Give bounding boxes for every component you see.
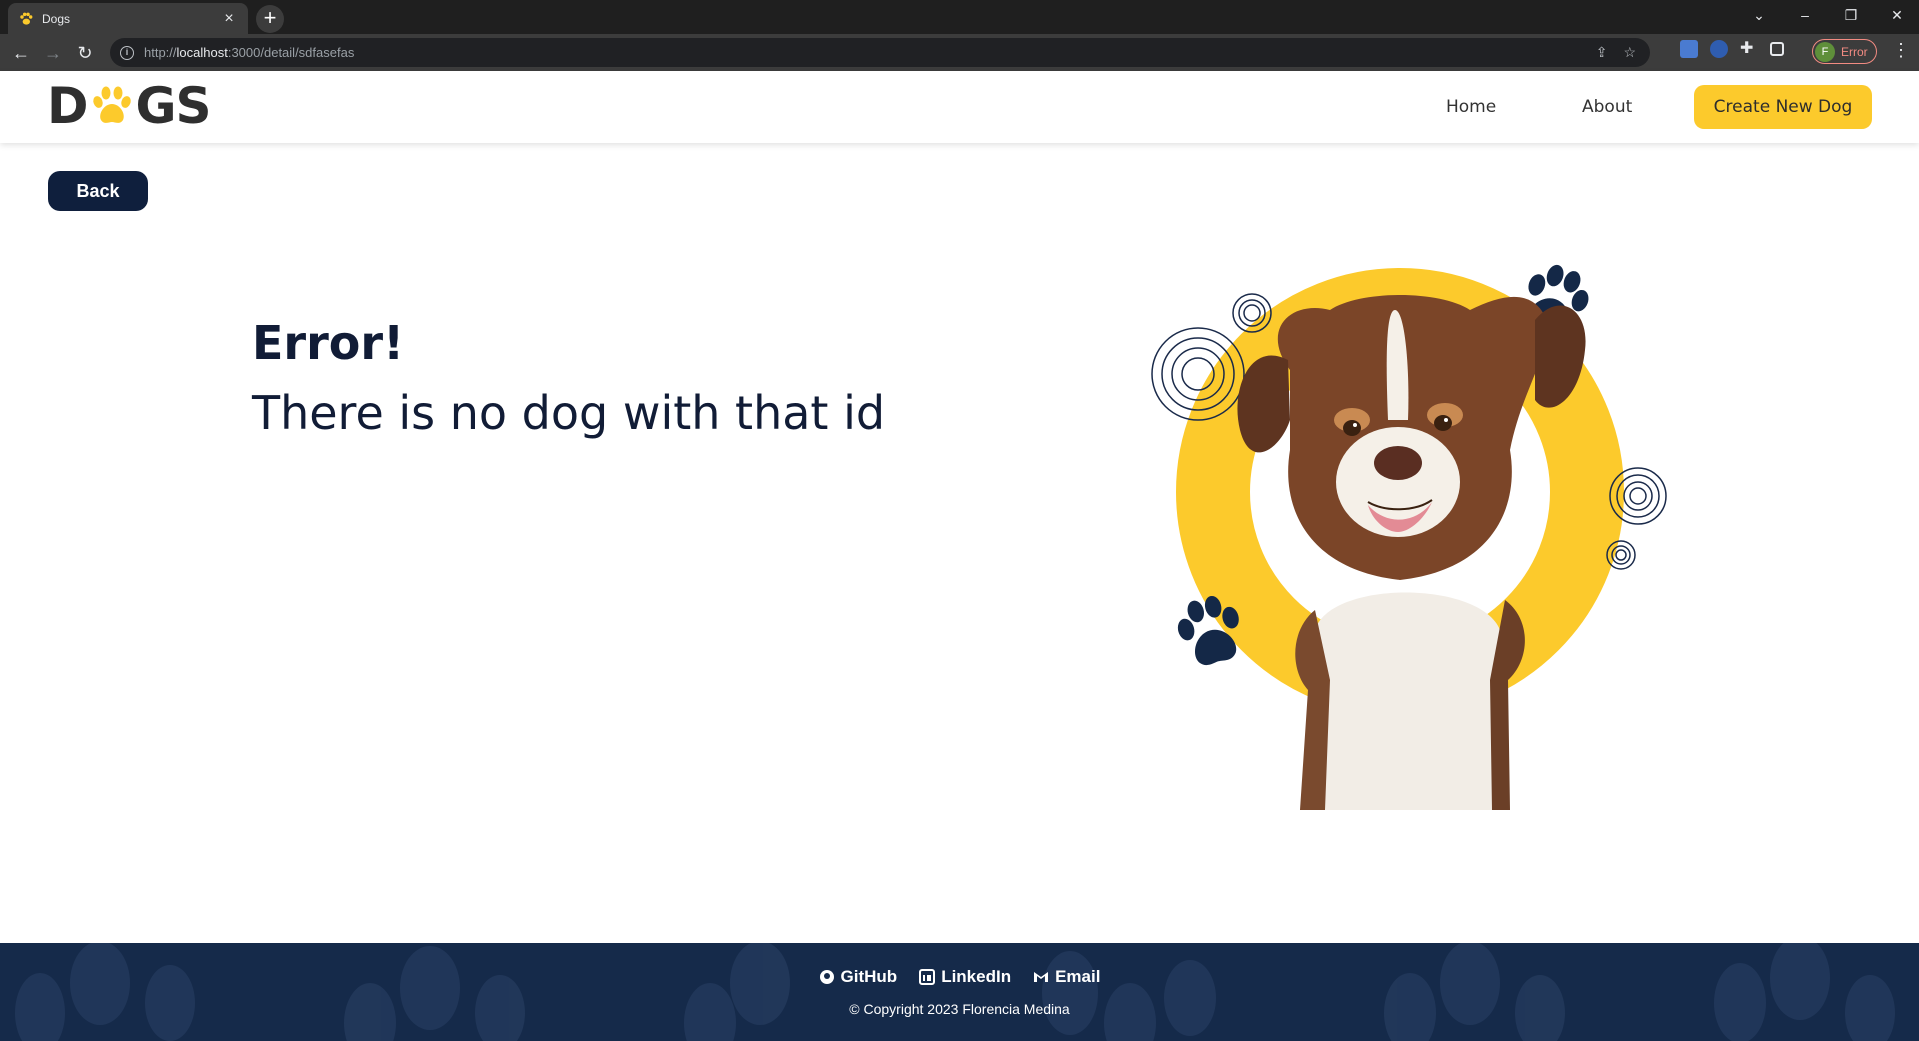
address-bar[interactable]: i http://localhost:3000/detail/sdfasefas…	[110, 38, 1650, 67]
share-icon[interactable]: ⇪	[1596, 44, 1608, 61]
email-link[interactable]: Email	[1033, 967, 1100, 987]
reload-icon[interactable]: ↻	[74, 42, 96, 64]
linkedin-label: LinkedIn	[941, 967, 1012, 986]
nav-about[interactable]: About	[1582, 71, 1632, 143]
tab-strip: Dogs × + ⌄ – ❐ ✕	[0, 0, 1919, 34]
browser-toolbar: ← → ↻ i http://localhost:3000/detail/sdf…	[0, 34, 1919, 71]
tab-close-icon[interactable]: ×	[220, 10, 238, 28]
copyright-text: © Copyright 2023 Florencia Medina	[849, 1001, 1070, 1017]
site-header: D GS Home About Create New Dog	[0, 71, 1919, 143]
site-logo[interactable]: D GS	[47, 77, 212, 135]
github-link[interactable]: GitHub	[819, 967, 898, 987]
paw-logo-icon	[92, 86, 131, 123]
tab-search-icon[interactable]: ⌄	[1736, 7, 1782, 24]
tab-title: Dogs	[42, 11, 71, 26]
nav-home-label: Home	[1446, 97, 1497, 117]
dog-illustration	[1151, 264, 1667, 810]
forward-arrow-icon[interactable]: →	[42, 42, 64, 64]
paw-favicon-icon	[20, 12, 33, 25]
concentric-circles-small-top	[1232, 293, 1272, 333]
error-title: Error!	[252, 316, 405, 370]
address-bar-actions: ⇪ ☆	[1596, 44, 1636, 61]
puzzle-extensions-icon[interactable]: ✚	[1740, 40, 1758, 58]
bookmark-star-icon[interactable]: ☆	[1623, 44, 1636, 61]
minimize-icon[interactable]: –	[1782, 7, 1828, 23]
url-text: http://localhost:3000/detail/sdfasefas	[144, 45, 355, 60]
extension-icon[interactable]	[1710, 40, 1728, 58]
github-label: GitHub	[840, 967, 898, 986]
logo-letter: D	[47, 77, 89, 135]
paw-pattern-background	[15, 943, 1895, 1041]
email-label: Email	[1055, 967, 1101, 986]
extensions-area: ✚	[1680, 40, 1784, 58]
create-new-dog-button[interactable]: Create New Dog	[1694, 85, 1872, 129]
window-close-icon[interactable]: ✕	[1874, 7, 1919, 24]
site-footer: GitHub LinkedIn Email © Copyright 2023 F…	[0, 943, 1919, 1041]
linkedin-icon	[919, 969, 936, 985]
email-icon	[1034, 972, 1049, 982]
linkedin-link[interactable]: LinkedIn	[919, 967, 1011, 987]
avatar: F	[1815, 41, 1835, 62]
nav-about-label: About	[1582, 97, 1633, 117]
window-controls: ⌄ – ❐ ✕	[1736, 0, 1919, 30]
profile-status: Error	[1841, 44, 1868, 59]
logo-letters: GS	[135, 77, 212, 135]
translate-extension-icon[interactable]	[1680, 40, 1698, 58]
nav-home[interactable]: Home	[1446, 71, 1496, 143]
side-panel-icon[interactable]	[1770, 42, 1784, 56]
footer-links: GitHub LinkedIn Email	[0, 967, 1919, 987]
back-arrow-icon[interactable]: ←	[10, 42, 32, 64]
error-message: There is no dog with that id	[252, 386, 886, 440]
restore-icon[interactable]: ❐	[1828, 7, 1874, 24]
github-icon	[819, 970, 834, 984]
profile-chip[interactable]: F Error	[1812, 39, 1877, 64]
browser-tab[interactable]: Dogs ×	[8, 3, 248, 34]
browser-chrome: Dogs × + ⌄ – ❐ ✕ ← → ↻ i http://localhos…	[0, 0, 1919, 71]
site-info-icon[interactable]: i	[120, 45, 134, 60]
new-tab-button[interactable]: +	[256, 5, 284, 33]
kebab-menu-icon[interactable]: ⋮	[1892, 40, 1910, 61]
back-button[interactable]: Back	[48, 171, 148, 211]
